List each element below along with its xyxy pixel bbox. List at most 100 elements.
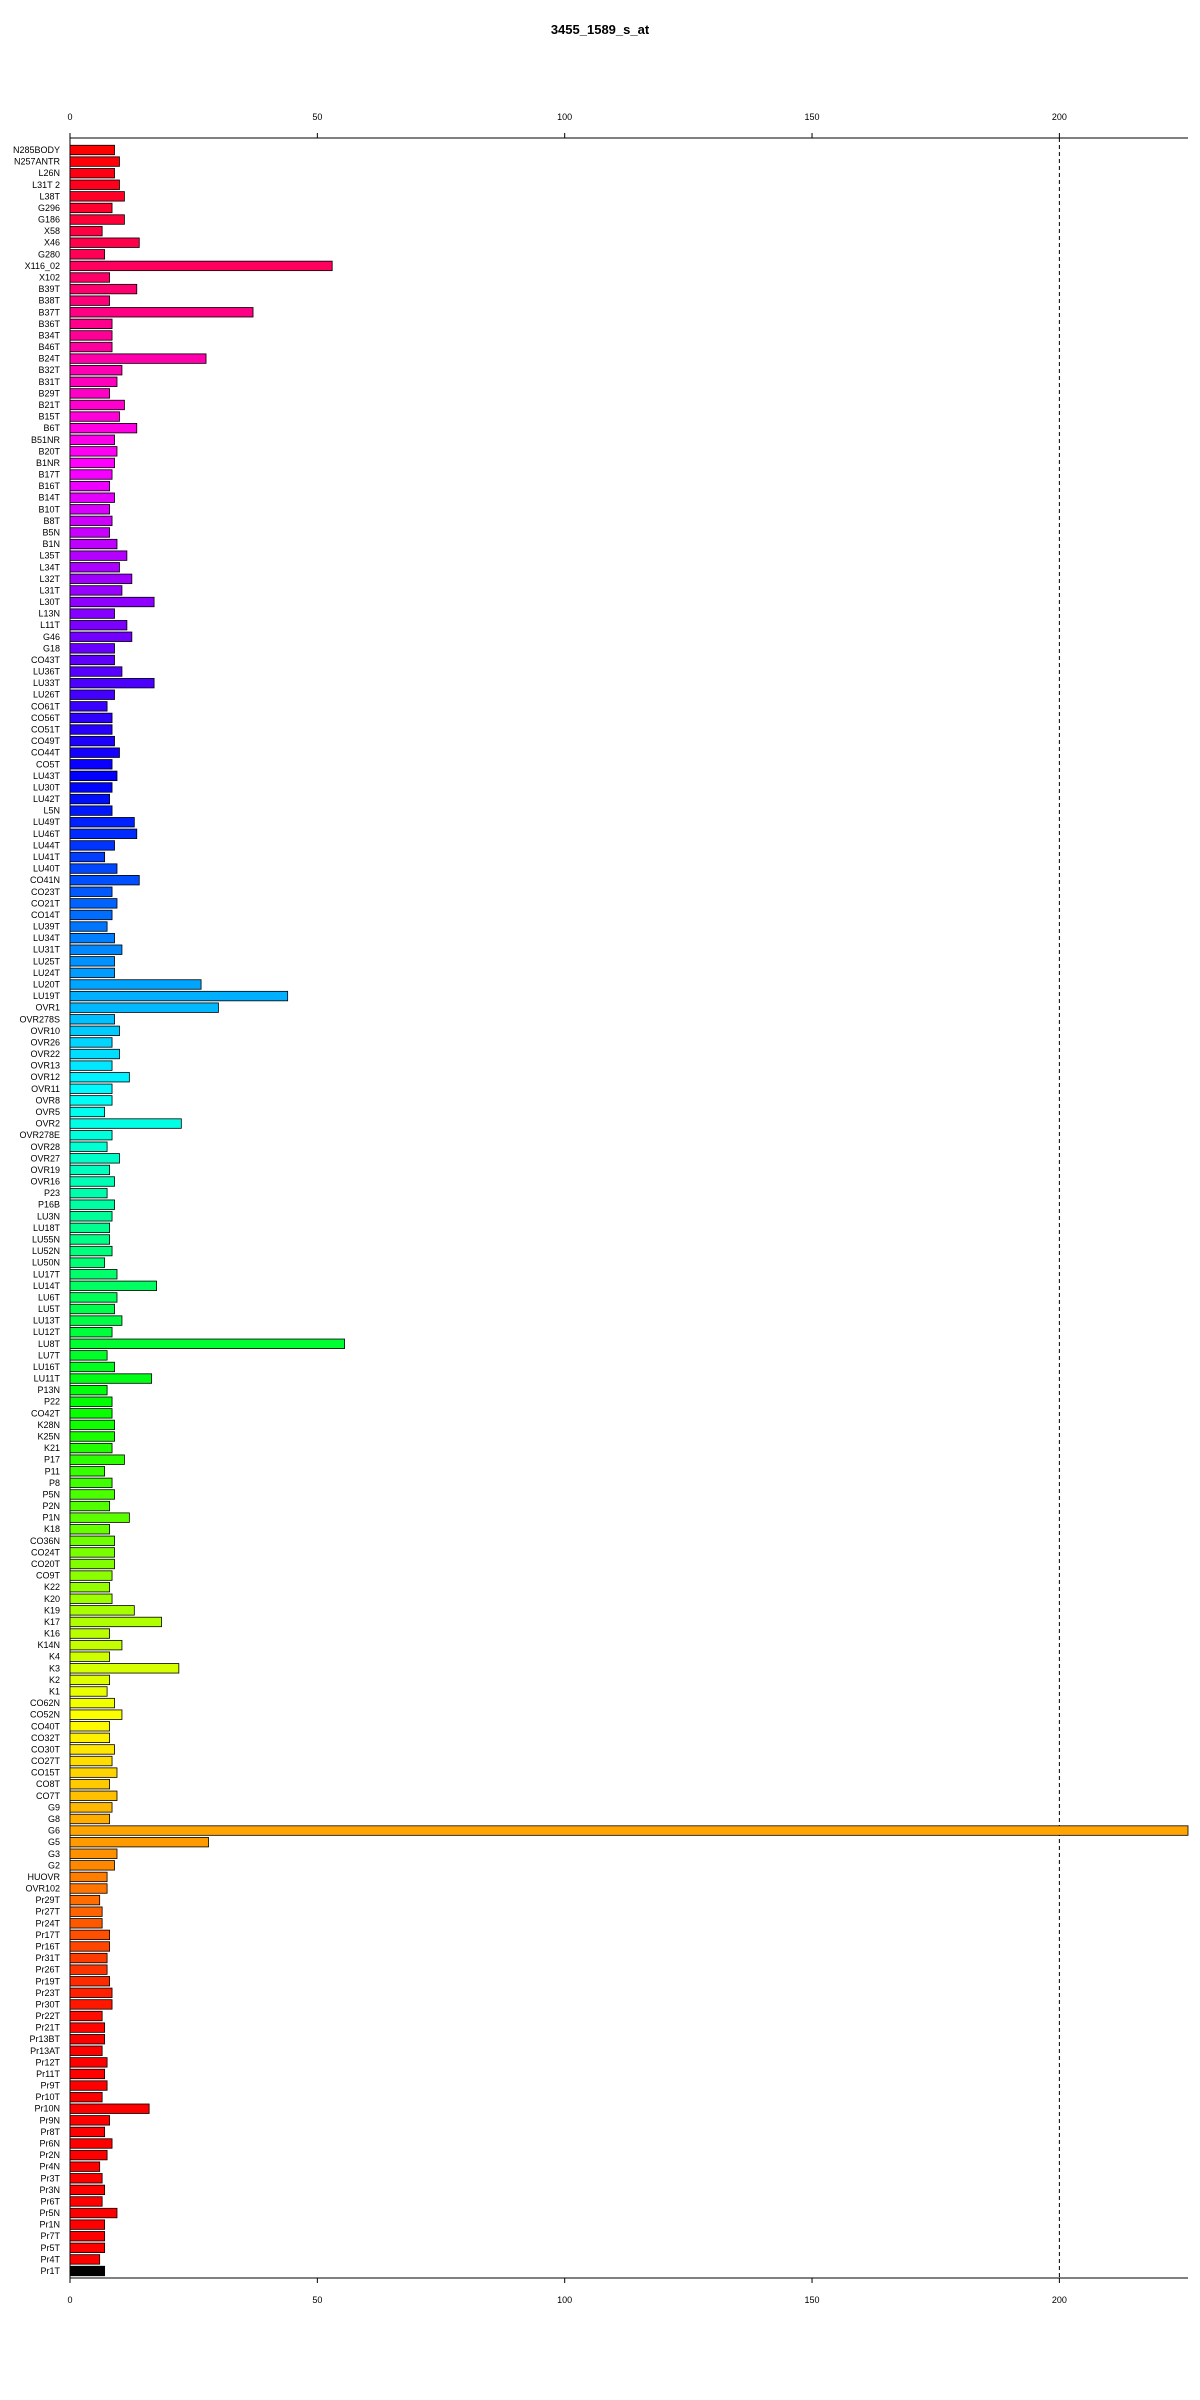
bar bbox=[69, 759, 113, 770]
bar bbox=[69, 1929, 110, 1941]
category-label: Pr19T bbox=[35, 1976, 60, 1986]
category-label: OVR278S bbox=[19, 1014, 60, 1024]
bar bbox=[69, 585, 123, 596]
category-label: CO30T bbox=[31, 1744, 61, 1754]
bar bbox=[69, 1976, 110, 1987]
bar bbox=[69, 2068, 106, 2080]
bar bbox=[69, 1894, 101, 1906]
bottom-tick-label: 0 bbox=[67, 2295, 72, 2305]
category-label: L13N bbox=[38, 609, 60, 619]
category-label: P22 bbox=[44, 1397, 60, 1407]
bar bbox=[69, 1164, 110, 1176]
bar bbox=[69, 1118, 182, 1129]
bar bbox=[69, 1744, 115, 1755]
bar bbox=[69, 411, 120, 422]
bar bbox=[69, 1535, 115, 1546]
bar bbox=[69, 909, 113, 921]
category-label: Pr4N bbox=[39, 2162, 60, 2172]
bar bbox=[69, 1130, 113, 1141]
category-label: B39T bbox=[38, 284, 60, 294]
bar bbox=[69, 770, 118, 782]
bar bbox=[69, 1570, 113, 1581]
bar bbox=[69, 2254, 101, 2265]
bar bbox=[69, 990, 289, 1002]
bar bbox=[69, 1025, 120, 1036]
bar bbox=[69, 538, 118, 550]
bar bbox=[69, 2184, 106, 2196]
category-label: LU34T bbox=[33, 933, 61, 943]
bar bbox=[69, 1663, 180, 1674]
category-label: CO62N bbox=[30, 1698, 60, 1708]
category-label: Pr6N bbox=[39, 2139, 60, 2149]
category-label: CO49T bbox=[31, 736, 61, 746]
bar bbox=[69, 2045, 103, 2056]
category-label: Pr12T bbox=[35, 2057, 60, 2067]
bar bbox=[69, 1558, 115, 1570]
bar bbox=[69, 1999, 113, 2010]
category-label: Pr3N bbox=[39, 2185, 60, 2195]
bar bbox=[69, 272, 110, 283]
bar bbox=[69, 1860, 115, 1871]
category-label: CO5T bbox=[36, 759, 61, 769]
bar bbox=[69, 1419, 115, 1431]
category-label: B15T bbox=[38, 412, 60, 422]
bar bbox=[69, 1431, 115, 1442]
bar bbox=[69, 330, 113, 341]
bar bbox=[69, 469, 113, 480]
bar bbox=[69, 1721, 110, 1732]
category-label: LU30T bbox=[33, 782, 61, 792]
category-label: LU14T bbox=[33, 1281, 61, 1291]
bar bbox=[69, 701, 108, 712]
bar bbox=[69, 1315, 123, 1326]
category-label: B36T bbox=[38, 319, 60, 329]
category-label: LU44T bbox=[33, 840, 61, 850]
category-label: K14N bbox=[37, 1640, 60, 1650]
category-label: HUOVR bbox=[27, 1872, 60, 1882]
bar bbox=[69, 1095, 113, 1106]
bar bbox=[69, 1327, 113, 1338]
bar bbox=[69, 225, 103, 237]
bar bbox=[69, 1524, 110, 1535]
category-label: P2N bbox=[42, 1501, 60, 1511]
category-label: CO42T bbox=[31, 1408, 61, 1418]
bar bbox=[69, 365, 123, 376]
category-label: Pr2N bbox=[39, 2150, 60, 2160]
bar bbox=[69, 886, 113, 897]
category-label: K25N bbox=[37, 1432, 60, 1442]
bar bbox=[69, 817, 135, 828]
category-label: B34T bbox=[38, 330, 60, 340]
bar bbox=[69, 1292, 118, 1303]
category-label: L11T bbox=[40, 620, 60, 630]
category-label: OVR22 bbox=[30, 1049, 60, 1059]
category-label: N257ANTR bbox=[14, 157, 61, 167]
category-label: Pr8T bbox=[40, 2127, 60, 2137]
bar bbox=[69, 388, 110, 399]
category-label: LU40T bbox=[33, 864, 61, 874]
bar bbox=[69, 1002, 219, 1013]
bottom-tick-label: 100 bbox=[557, 2295, 572, 2305]
category-label: OVR102 bbox=[25, 1884, 60, 1894]
top-tick-label: 200 bbox=[1052, 112, 1067, 122]
category-label: B10T bbox=[38, 504, 60, 514]
category-label: OVR1 bbox=[35, 1003, 60, 1013]
category-label: CO61T bbox=[31, 701, 61, 711]
category-label: CO9T bbox=[36, 1571, 61, 1581]
category-label: OVR16 bbox=[30, 1177, 60, 1187]
bar bbox=[69, 168, 115, 179]
category-label: B31T bbox=[38, 377, 60, 387]
bar bbox=[69, 1639, 123, 1651]
category-label: LU31T bbox=[33, 945, 61, 955]
bar bbox=[69, 1269, 118, 1280]
category-label: Pr17T bbox=[35, 1930, 60, 1940]
bar bbox=[69, 2091, 103, 2103]
category-label: L5N bbox=[43, 806, 60, 816]
bar bbox=[69, 1048, 120, 1060]
bar bbox=[69, 944, 123, 955]
bar bbox=[69, 1987, 113, 1998]
category-label: LU43T bbox=[33, 771, 61, 781]
bar bbox=[69, 608, 115, 619]
bar bbox=[69, 1466, 106, 1477]
category-label: B37T bbox=[38, 307, 60, 317]
category-label: X116_02 bbox=[25, 261, 60, 271]
bottom-tick-label: 150 bbox=[805, 2295, 820, 2305]
